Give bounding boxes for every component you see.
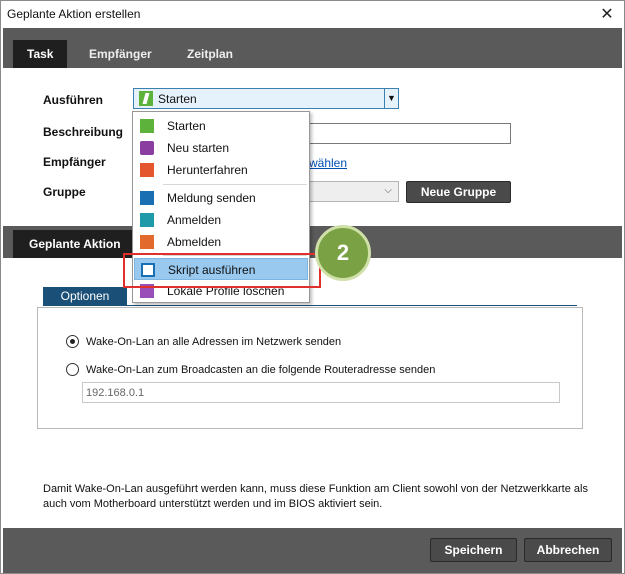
ausfuehren-label: Ausführen (43, 93, 103, 107)
dialog-window: Geplante Aktion erstellen ✕ Task Empfäng… (0, 0, 625, 574)
radio-router-address[interactable] (66, 363, 79, 376)
menu-item-neu-starten[interactable]: Neu starten (134, 137, 308, 159)
message-icon (140, 191, 154, 205)
gruppe-select[interactable]: ⌵ (309, 181, 399, 202)
menu-item-starten[interactable]: Starten (134, 115, 308, 137)
chevron-down-icon[interactable]: ⌵ (384, 185, 392, 196)
step-badge: 2 (315, 225, 371, 281)
wol-note: Damit Wake-On-Lan ausgeführt werden kann… (43, 483, 588, 510)
menu-item-label: Starten (167, 119, 206, 133)
radio-router-address-label: Wake-On-Lan zum Broadcasten an die folge… (86, 364, 436, 376)
gruppe-label: Gruppe (43, 185, 86, 199)
footer-bar: Speichern Abbrechen (3, 528, 622, 573)
ausfuehren-select[interactable]: Starten ▼ (133, 88, 399, 109)
top-tab-bar: Task Empfänger Zeitplan (3, 28, 622, 68)
window-title: Geplante Aktion erstellen (7, 7, 141, 21)
chevron-down-icon[interactable]: ▼ (384, 89, 398, 108)
options-tab-underline (43, 305, 577, 306)
ausfuehren-value: Starten (158, 92, 197, 106)
radio-all-addresses[interactable] (66, 335, 79, 348)
task-form: Ausführen Starten ▼ Beschreibung Empfäng… (3, 68, 622, 226)
menu-separator (163, 184, 307, 185)
power-bolt-icon (140, 119, 154, 133)
tab-optionen[interactable]: Optionen (43, 287, 127, 306)
menu-item-abmelden[interactable]: Abmelden (134, 231, 308, 253)
empfaenger-label: Empfänger (43, 155, 106, 169)
menu-item-label: Neu starten (167, 141, 230, 155)
restart-icon (140, 141, 154, 155)
beschreibung-input[interactable] (309, 123, 511, 144)
router-address-input[interactable]: 192.168.0.1 (82, 382, 560, 403)
menu-item-anmelden[interactable]: Anmelden (134, 209, 308, 231)
menu-item-meldung-senden[interactable]: Meldung senden (134, 187, 308, 209)
tab-zeitplan[interactable]: Zeitplan (173, 40, 247, 68)
tab-task[interactable]: Task (13, 40, 68, 68)
login-icon (140, 213, 154, 227)
title-bar: Geplante Aktion erstellen ✕ (1, 1, 624, 27)
menu-item-label: Anmelden (167, 213, 222, 227)
tab-empfaenger[interactable]: Empfänger (75, 40, 166, 68)
menu-item-label: Abmelden (167, 235, 222, 249)
empfaenger-waehlen-link[interactable]: wählen (309, 156, 347, 170)
neue-gruppe-button[interactable]: Neue Gruppe (406, 181, 511, 203)
menu-item-label: Meldung senden (167, 191, 256, 205)
cancel-button[interactable]: Abbrechen (524, 538, 612, 562)
radio-all-addresses-label: Wake-On-Lan an alle Adressen im Netzwerk… (86, 336, 342, 348)
menu-item-herunterfahren[interactable]: Herunterfahren (134, 159, 308, 181)
close-icon[interactable]: ✕ (590, 1, 624, 27)
save-button[interactable]: Speichern (430, 538, 517, 562)
options-panel: Wake-On-Lan an alle Adressen im Netzwerk… (37, 307, 583, 429)
logout-icon (140, 235, 154, 249)
shutdown-icon (140, 163, 154, 177)
highlight-frame (123, 253, 321, 288)
power-bolt-icon (139, 91, 153, 106)
beschreibung-label: Beschreibung (43, 125, 124, 139)
tab-geplante-aktion[interactable]: Geplante Aktion (13, 230, 137, 258)
scheduled-action-section: Optionen Wake-On-Lan an alle Adressen im… (3, 258, 622, 528)
menu-item-label: Herunterfahren (167, 163, 248, 177)
